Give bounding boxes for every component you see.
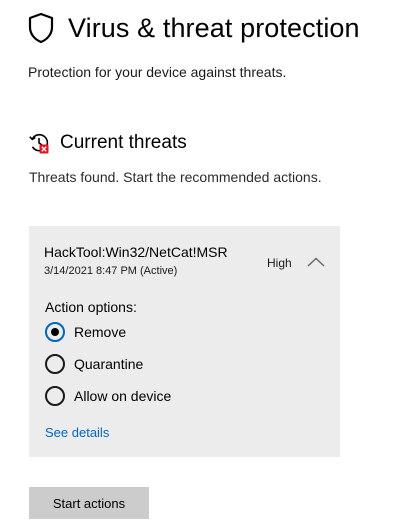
allow-on-device-label: Allow on device	[74, 388, 172, 404]
shield-icon	[28, 12, 54, 44]
chevron-up-icon	[307, 257, 325, 267]
quarantine-option[interactable]: Quarantine	[45, 354, 143, 374]
page-subtitle: Protection for your device against threa…	[28, 64, 287, 80]
section-title: Current threats	[60, 132, 187, 153]
start-actions-button[interactable]: Start actions	[29, 487, 149, 519]
page-title: Virus & threat protection	[68, 12, 360, 43]
threat-history-icon	[29, 133, 49, 154]
severity-label: High	[267, 256, 292, 270]
section-description: Threats found. Start the recommended act…	[29, 169, 322, 185]
current-threats-header: Current threats	[28, 132, 187, 154]
allow-on-device-radio[interactable]	[45, 386, 65, 406]
threat-date: 3/14/2021 8:47 PM (Active)	[44, 265, 178, 277]
quarantine-label: Quarantine	[74, 356, 144, 372]
remove-option[interactable]: Remove	[45, 322, 126, 342]
threat-name: HackTool:Win32/NetCat!MSR	[44, 244, 228, 260]
allow-on-device-option[interactable]: Allow on device	[45, 386, 171, 406]
page-header: Virus & threat protection	[27, 12, 360, 44]
remove-label: Remove	[74, 324, 127, 340]
collapse-button[interactable]	[305, 254, 327, 270]
quarantine-radio[interactable]	[45, 354, 65, 374]
action-options-label: Action options:	[45, 299, 137, 315]
remove-radio[interactable]	[45, 322, 65, 342]
threat-card: HackTool:Win32/NetCat!MSR 3/14/2021 8:47…	[29, 226, 340, 457]
see-details-link[interactable]: See details	[45, 425, 109, 440]
